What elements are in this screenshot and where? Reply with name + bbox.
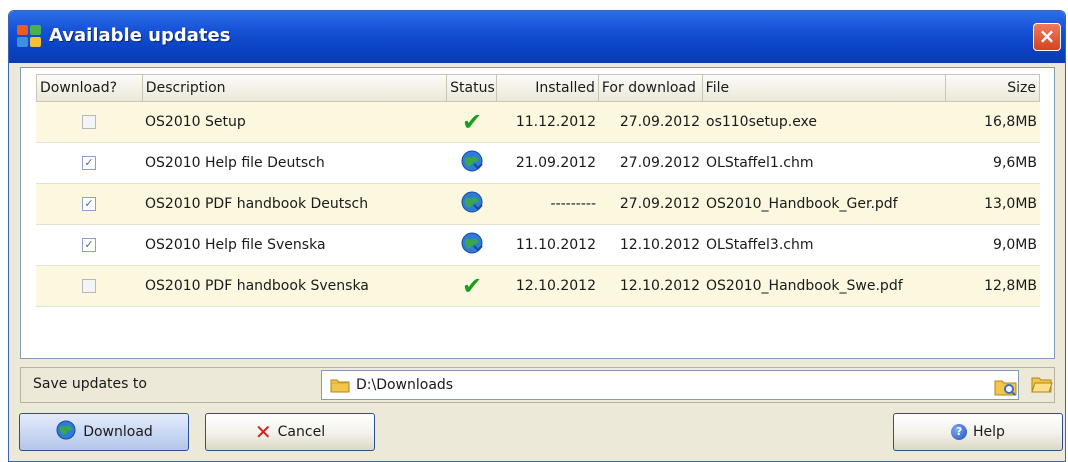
row-for-download: 27.09.2012 [619, 114, 700, 130]
table-row[interactable]: ✓ OS2010 Help file Deutsch 21.09.2012 27… [36, 143, 1040, 184]
row-description: OS2010 Setup [145, 114, 246, 130]
available-updates-dialog: Available updates × Download? Descriptio… [8, 10, 1066, 462]
header-installed[interactable]: Installed [497, 75, 599, 101]
row-file: os110setup.exe [706, 114, 818, 130]
row-file: OS2010_Handbook_Ger.pdf [706, 196, 898, 212]
row-file: OLStaffel3.chm [706, 237, 814, 253]
download-button[interactable]: Download [19, 413, 189, 451]
table-header: Download? Description Status Installed F… [36, 74, 1040, 102]
ok-check-icon: ✔ [461, 110, 483, 134]
status-cell: ✔ [447, 110, 497, 134]
row-installed: 21.09.2012 [515, 155, 596, 171]
header-status[interactable]: Status [447, 75, 498, 101]
folder-icon [330, 377, 350, 397]
close-button[interactable]: × [1033, 23, 1061, 51]
row-description: OS2010 Help file Deutsch [145, 155, 325, 171]
globe-download-icon [55, 419, 77, 445]
row-for-download: 27.09.2012 [619, 155, 700, 171]
row-installed: 11.12.2012 [515, 114, 596, 130]
header-download[interactable]: Download? [37, 75, 143, 101]
browse-folder-icon[interactable] [994, 377, 1018, 401]
status-cell [447, 149, 497, 177]
title-bar[interactable]: Available updates × [9, 11, 1065, 63]
header-file[interactable]: File [703, 75, 947, 101]
row-for-download: 27.09.2012 [619, 196, 700, 212]
row-size: 9,6MB [993, 155, 1037, 171]
row-file: OS2010_Handbook_Swe.pdf [706, 278, 903, 294]
globe-download-icon [460, 190, 484, 218]
download-button-label: Download [83, 424, 153, 440]
row-size: 13,0MB [984, 196, 1037, 212]
window-title: Available updates [49, 25, 231, 46]
cancel-button[interactable]: ✕ Cancel [205, 413, 375, 451]
ok-check-icon: ✔ [461, 274, 483, 298]
row-for-download: 12.10.2012 [619, 237, 700, 253]
header-description[interactable]: Description [143, 75, 448, 101]
help-button-label: Help [973, 424, 1005, 440]
row-size: 9,0MB [993, 237, 1037, 253]
row-description: OS2010 Help file Svenska [145, 237, 326, 253]
help-button[interactable]: ? Help [893, 413, 1063, 451]
row-installed: --------- [550, 196, 596, 212]
header-size[interactable]: Size [946, 75, 1039, 101]
row-description: OS2010 PDF handbook Svenska [145, 278, 369, 294]
status-cell [447, 190, 497, 218]
download-checkbox[interactable]: ✓ [82, 197, 96, 211]
help-icon: ? [951, 424, 968, 440]
status-cell: ✔ [447, 274, 497, 298]
row-file: OLStaffel1.chm [706, 155, 814, 171]
row-size: 12,8MB [984, 278, 1037, 294]
download-checkbox[interactable]: ✓ [82, 156, 96, 170]
table-row[interactable]: ✓ OS2010 Help file Svenska 11.10.2012 12… [36, 225, 1040, 266]
header-for-download[interactable]: For download [599, 75, 703, 101]
row-installed: 11.10.2012 [515, 237, 596, 253]
row-installed: 12.10.2012 [515, 278, 596, 294]
app-icon [17, 25, 41, 47]
save-updates-label: Save updates to [33, 376, 147, 392]
save-path-value: D:\Downloads [356, 377, 454, 393]
download-checkbox[interactable] [82, 115, 96, 129]
download-checkbox[interactable] [82, 279, 96, 293]
open-folder-icon[interactable] [1031, 374, 1053, 398]
save-location-bar: Save updates to D:\Downloads [20, 367, 1055, 403]
globe-download-icon [460, 231, 484, 259]
table-row[interactable]: OS2010 PDF handbook Svenska ✔ 12.10.2012… [36, 266, 1040, 307]
row-description: OS2010 PDF handbook Deutsch [145, 196, 369, 212]
cancel-x-icon: ✕ [254, 420, 272, 444]
status-cell [447, 231, 497, 259]
table-row[interactable]: ✓ OS2010 PDF handbook Deutsch --------- … [36, 184, 1040, 225]
row-for-download: 12.10.2012 [619, 278, 700, 294]
updates-table: Download? Description Status Installed F… [20, 67, 1055, 359]
save-path-field[interactable]: D:\Downloads [321, 370, 1019, 400]
globe-download-icon [460, 149, 484, 177]
cancel-button-label: Cancel [277, 424, 326, 440]
table-row[interactable]: OS2010 Setup ✔ 11.12.2012 27.09.2012 os1… [36, 102, 1040, 143]
row-size: 16,8MB [984, 114, 1037, 130]
download-checkbox[interactable]: ✓ [82, 238, 96, 252]
